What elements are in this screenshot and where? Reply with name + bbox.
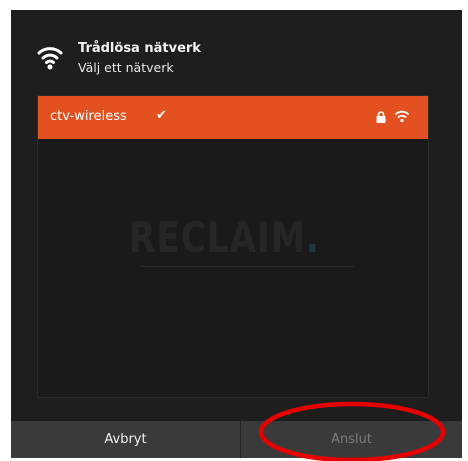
- wifi-dialog: Trådlösa nätverk Välj ett nätverk ctv-wi…: [11, 10, 462, 458]
- wifi-icon: [37, 47, 63, 70]
- wifi-signal-icon: [395, 110, 409, 123]
- connect-button[interactable]: Anslut: [241, 421, 462, 458]
- cancel-button[interactable]: Avbryt: [11, 421, 240, 458]
- watermark-text: RECLAIM: [129, 213, 306, 262]
- dialog-subtitle: Välj ett nätverk: [78, 60, 174, 75]
- watermark-underline: [139, 266, 354, 267]
- dialog-title: Trådlösa nätverk: [78, 41, 201, 56]
- dialog-footer: Avbryt Anslut: [11, 421, 462, 458]
- network-name: ctv-wireless: [50, 109, 127, 124]
- dialog-header: Trådlösa nätverk Välj ett nätverk: [11, 10, 462, 90]
- watermark: RECLAIM.: [129, 213, 319, 262]
- watermark-dot: .: [305, 213, 320, 262]
- check-icon: ✔: [156, 108, 167, 123]
- lock-icon: [376, 111, 386, 123]
- network-item-ctv-wireless[interactable]: ctv-wireless ✔: [38, 96, 428, 139]
